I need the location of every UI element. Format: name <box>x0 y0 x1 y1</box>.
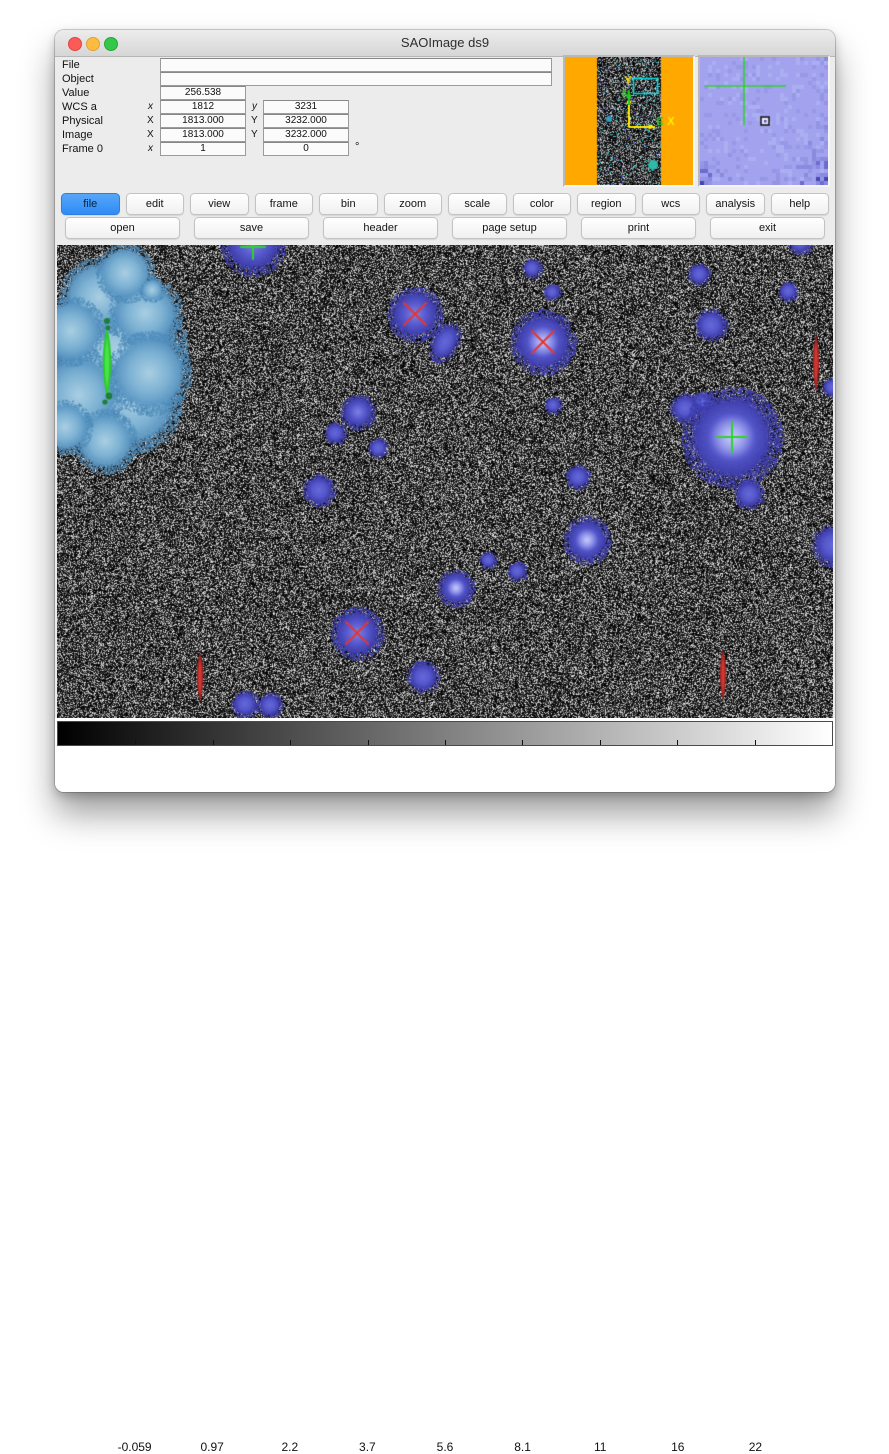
colorbar-tick <box>213 740 214 745</box>
image-label: Image <box>62 129 93 141</box>
save-button[interactable]: save <box>194 217 309 239</box>
frame-label: Frame 0 <box>62 143 103 155</box>
image-y-field[interactable]: 3232.000 <box>263 128 349 142</box>
colorbar-tick <box>677 740 678 745</box>
colorbar-label: 8.1 <box>493 1440 553 1454</box>
colorbar-tick <box>755 740 756 745</box>
value-label: Value <box>62 87 89 99</box>
menu-button-file[interactable]: file <box>61 193 120 215</box>
file-field[interactable] <box>160 58 552 72</box>
menu-button-analysis[interactable]: analysis <box>706 193 765 215</box>
frame-x-label: x <box>148 143 153 154</box>
file-label: File <box>62 59 80 71</box>
value-field[interactable]: 256.538 <box>160 86 246 100</box>
image-y-label: Y <box>251 129 258 140</box>
physical-x-field[interactable]: 1813.000 <box>160 114 246 128</box>
menu-button-view[interactable]: view <box>190 193 249 215</box>
object-label: Object <box>62 73 94 85</box>
info-row-value: Value 256.538 <box>55 86 560 99</box>
wcs-x-label: x <box>148 101 153 112</box>
frame-zoom-field[interactable]: 1 <box>160 142 246 156</box>
wcs-y-label: y <box>252 101 257 112</box>
wcs-y-field[interactable]: 3231 <box>263 100 349 114</box>
colorbar-label: 11 <box>570 1440 630 1454</box>
info-row-file: File <box>55 58 560 71</box>
colorbar-tick <box>445 740 446 745</box>
menu-button-help[interactable]: help <box>771 193 830 215</box>
image-x-label: X <box>147 129 154 140</box>
wcs-x-field[interactable]: 1812 <box>160 100 246 114</box>
header-button[interactable]: header <box>323 217 438 239</box>
info-row-object: Object <box>55 72 560 85</box>
colorbar-tick <box>600 740 601 745</box>
panner-panel[interactable] <box>563 55 695 187</box>
physical-y-field[interactable]: 3232.000 <box>263 114 349 128</box>
magnifier-panel <box>698 55 830 187</box>
menu-button-region[interactable]: region <box>577 193 636 215</box>
ds9-window: SAOImage ds9 File Object Value 256.538 W… <box>55 30 835 792</box>
info-row-physical: Physical X 1813.000 Y 3232.000 <box>55 114 560 127</box>
menu-button-color[interactable]: color <box>513 193 572 215</box>
magnifier-canvas <box>700 57 828 185</box>
image-display-canvas[interactable] <box>57 245 833 718</box>
colorbar-label: 0.97 <box>182 1440 242 1454</box>
colorbar-tick <box>290 740 291 745</box>
menu-button-bin[interactable]: bin <box>319 193 378 215</box>
title-bar[interactable]: SAOImage ds9 <box>55 30 835 57</box>
wcs-label: WCS a <box>62 101 97 113</box>
colorbar-label: -0.059 <box>105 1440 165 1454</box>
menu-button-frame[interactable]: frame <box>255 193 314 215</box>
window-title: SAOImage ds9 <box>55 35 835 50</box>
colorbar-tick <box>522 740 523 745</box>
degree-symbol: ° <box>355 141 359 153</box>
info-row-frame: Frame 0 x 1 0 ° <box>55 142 560 155</box>
menu-bar: file edit view frame bin zoom scale colo… <box>58 193 832 214</box>
physical-label: Physical <box>62 115 103 127</box>
file-action-bar: open save header page setup print exit <box>58 217 832 238</box>
info-row-wcs: WCS a x 1812 y 3231 <box>55 100 560 113</box>
colorbar-tick <box>368 740 369 745</box>
page-setup-button[interactable]: page setup <box>452 217 567 239</box>
colorbar-label: 3.7 <box>337 1440 397 1454</box>
colorbar-area: -0.059 0.97 2.2 3.7 5.6 8.1 11 16 22 <box>55 718 835 792</box>
colorbar-label: 16 <box>648 1440 708 1454</box>
physical-y-label: Y <box>251 115 258 126</box>
colorbar-label: 5.6 <box>415 1440 475 1454</box>
menu-button-zoom[interactable]: zoom <box>384 193 443 215</box>
physical-x-label: X <box>147 115 154 126</box>
menu-button-edit[interactable]: edit <box>126 193 185 215</box>
info-row-image: Image X 1813.000 Y 3232.000 <box>55 128 560 141</box>
exit-button[interactable]: exit <box>710 217 825 239</box>
image-x-field[interactable]: 1813.000 <box>160 128 246 142</box>
colorbar-label: 22 <box>725 1440 785 1454</box>
panner-canvas[interactable] <box>565 57 693 185</box>
colorbar-label: 2.2 <box>260 1440 320 1454</box>
object-field[interactable] <box>160 72 552 86</box>
print-button[interactable]: print <box>581 217 696 239</box>
colorbar-tick <box>135 740 136 745</box>
menu-button-wcs[interactable]: wcs <box>642 193 701 215</box>
frame-rotation-field[interactable]: 0 <box>263 142 349 156</box>
open-button[interactable]: open <box>65 217 180 239</box>
colorbar-gradient[interactable] <box>57 721 833 746</box>
menu-button-scale[interactable]: scale <box>448 193 507 215</box>
